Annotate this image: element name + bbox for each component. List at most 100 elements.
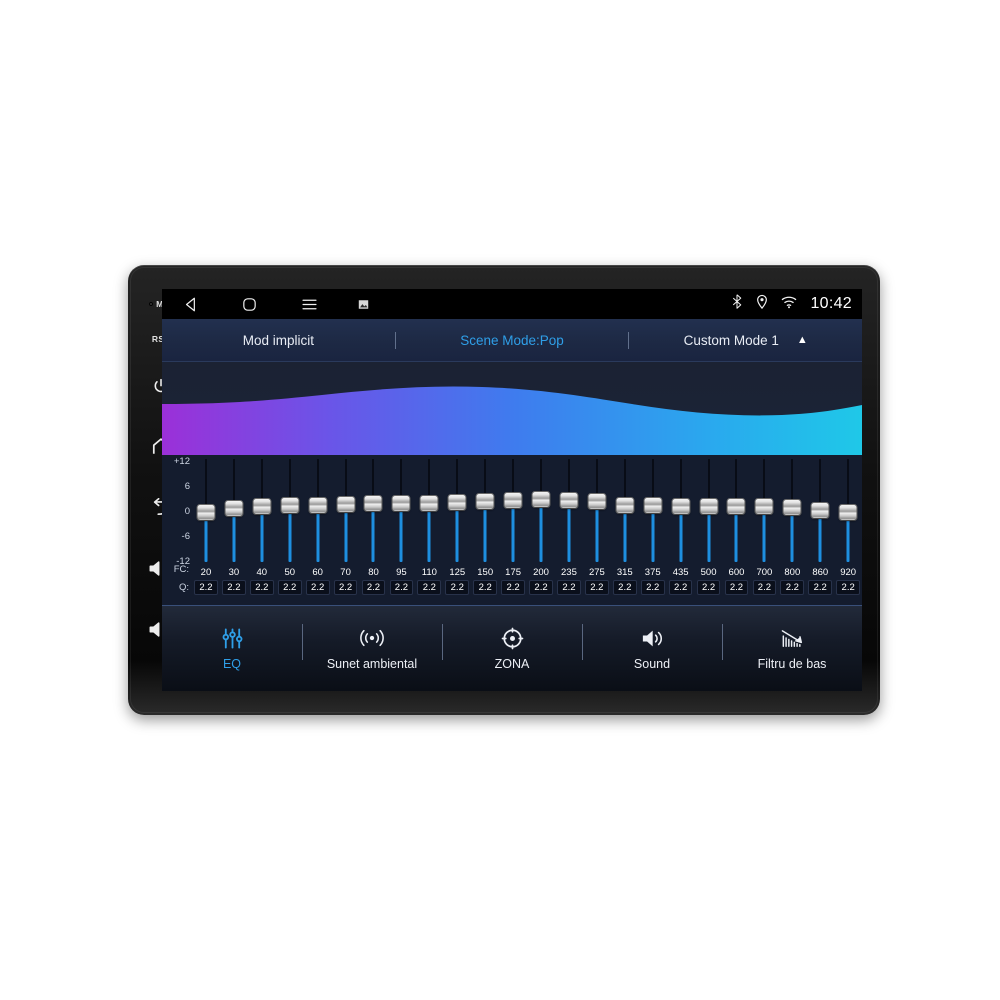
slider-handle[interactable] (783, 499, 801, 515)
default-mode-button[interactable]: Mod implicit (162, 319, 395, 361)
slider-handle[interactable] (644, 497, 662, 513)
tab-eq[interactable]: EQ (162, 606, 302, 691)
slider-handle[interactable] (532, 492, 550, 507)
slider-handle[interactable] (839, 504, 857, 520)
band-q-value[interactable]: 2.2 (640, 580, 665, 595)
eq-slider[interactable] (276, 455, 304, 566)
eq-band[interactable]: 150 2.2 (471, 455, 499, 605)
eq-band[interactable]: 800 2.2 (778, 455, 806, 605)
eq-slider[interactable] (415, 455, 443, 566)
eq-band[interactable]: 70 2.2 (332, 455, 360, 605)
screenshot-icon[interactable] (350, 289, 376, 319)
chevron-up-icon[interactable]: ▲ (797, 334, 808, 346)
eq-slider[interactable] (806, 455, 834, 566)
eq-band[interactable]: 60 2.2 (304, 455, 332, 605)
band-q-value[interactable]: 2.2 (557, 580, 581, 595)
eq-slider[interactable] (583, 455, 611, 566)
eq-band[interactable]: 500 2.2 (695, 455, 723, 605)
eq-slider[interactable] (192, 455, 220, 566)
slider-handle[interactable] (225, 501, 243, 517)
eq-slider[interactable] (834, 455, 862, 566)
scene-mode-button[interactable]: Scene Mode:Pop (396, 319, 629, 361)
slider-handle[interactable] (811, 502, 829, 518)
band-q-value[interactable]: 2.2 (445, 580, 470, 595)
slider-handle[interactable] (364, 496, 382, 512)
tab-sound[interactable]: Sound (582, 606, 722, 691)
slider-handle[interactable] (616, 497, 634, 513)
band-q-value[interactable]: 2.2 (501, 580, 525, 595)
eq-slider[interactable] (667, 455, 695, 566)
eq-band[interactable]: 20 2.2 (192, 455, 220, 605)
eq-band[interactable]: 860 2.2 (806, 455, 834, 605)
eq-band[interactable]: 235 2.2 (555, 455, 583, 605)
band-q-value[interactable]: 2.2 (249, 580, 274, 595)
band-q-value[interactable]: 2.2 (305, 580, 330, 595)
slider-handle[interactable] (281, 497, 299, 513)
eq-band[interactable]: 700 2.2 (750, 455, 778, 605)
slider-handle[interactable] (588, 494, 606, 510)
eq-band[interactable]: 110 2.2 (415, 455, 443, 605)
eq-slider[interactable] (499, 455, 527, 566)
menu-icon[interactable] (294, 289, 324, 319)
slider-handle[interactable] (672, 498, 690, 514)
tab-sunet-ambiental[interactable]: Sunet ambiental (302, 606, 442, 691)
band-q-value[interactable]: 2.2 (752, 580, 777, 595)
home-icon[interactable] (234, 289, 264, 319)
eq-slider[interactable] (750, 455, 778, 566)
eq-band[interactable]: 40 2.2 (248, 455, 276, 605)
slider-handle[interactable] (476, 493, 494, 509)
eq-band[interactable]: 95 2.2 (387, 455, 415, 605)
eq-band[interactable]: 200 2.2 (527, 455, 555, 605)
slider-handle[interactable] (197, 505, 215, 521)
eq-slider[interactable] (443, 455, 471, 566)
slider-handle[interactable] (700, 498, 718, 514)
slider-handle[interactable] (560, 493, 578, 509)
eq-slider[interactable] (723, 455, 751, 566)
slider-handle[interactable] (337, 497, 355, 513)
eq-slider[interactable] (471, 455, 499, 566)
eq-band[interactable]: 80 2.2 (360, 455, 388, 605)
back-icon[interactable] (176, 289, 206, 319)
slider-handle[interactable] (309, 497, 327, 513)
eq-slider[interactable] (387, 455, 415, 566)
band-q-value[interactable]: 2.2 (333, 580, 358, 595)
eq-band[interactable]: 435 2.2 (667, 455, 695, 605)
custom-mode-button[interactable]: Custom Mode 1 ▲ (629, 319, 862, 361)
eq-slider[interactable] (360, 455, 388, 566)
eq-slider[interactable] (778, 455, 806, 566)
band-q-value[interactable]: 2.2 (222, 580, 246, 595)
eq-slider[interactable] (220, 455, 248, 566)
band-q-value[interactable]: 2.2 (612, 580, 637, 595)
eq-band[interactable]: 125 2.2 (443, 455, 471, 605)
band-q-value[interactable]: 2.2 (585, 580, 609, 595)
eq-slider[interactable] (332, 455, 360, 566)
band-q-value[interactable]: 2.2 (780, 580, 805, 595)
band-q-value[interactable]: 2.2 (529, 580, 553, 595)
band-q-value[interactable]: 2.2 (277, 580, 302, 595)
band-q-value[interactable]: 2.2 (417, 580, 442, 595)
eq-slider[interactable] (611, 455, 639, 566)
tab-filtru-de-bas[interactable]: Filtru de bas (722, 606, 862, 691)
eq-band[interactable]: 315 2.2 (611, 455, 639, 605)
slider-handle[interactable] (448, 494, 466, 510)
eq-band[interactable]: 50 2.2 (276, 455, 304, 605)
eq-slider[interactable] (555, 455, 583, 566)
band-q-value[interactable]: 2.2 (724, 580, 749, 595)
band-q-value[interactable]: 2.2 (808, 580, 833, 595)
slider-handle[interactable] (392, 496, 410, 512)
eq-slider[interactable] (639, 455, 667, 566)
eq-band[interactable]: 600 2.2 (723, 455, 751, 605)
band-q-value[interactable]: 2.2 (473, 580, 498, 595)
eq-band[interactable]: 375 2.2 (639, 455, 667, 605)
eq-band[interactable]: 30 2.2 (220, 455, 248, 605)
slider-handle[interactable] (253, 499, 271, 515)
band-q-value[interactable]: 2.2 (389, 580, 414, 595)
eq-band[interactable]: 275 2.2 (583, 455, 611, 605)
slider-handle[interactable] (420, 495, 438, 511)
eq-slider[interactable] (695, 455, 723, 566)
eq-slider[interactable] (304, 455, 332, 566)
eq-band[interactable]: 175 2.2 (499, 455, 527, 605)
slider-handle[interactable] (727, 499, 745, 515)
eq-slider[interactable] (248, 455, 276, 566)
eq-slider[interactable] (527, 455, 555, 566)
